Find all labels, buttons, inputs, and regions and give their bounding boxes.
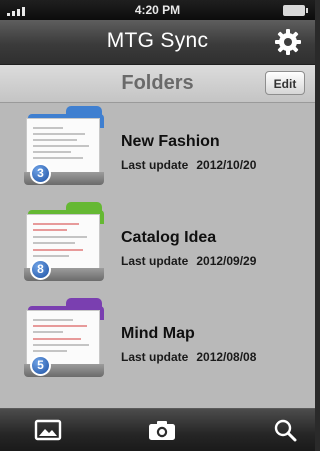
last-update-date: 2012/09/29 <box>196 254 257 268</box>
edit-button[interactable]: Edit <box>265 71 305 95</box>
folder-last-update: Last update 2012/09/29 <box>121 254 256 268</box>
app-screen: 4:20 PM MTG Sync Folders Edit 3 New Fash… <box>0 0 315 451</box>
photos-icon <box>34 419 62 441</box>
blue-folder-icon: 3 <box>24 106 106 188</box>
search-button[interactable] <box>271 418 301 442</box>
photos-button[interactable] <box>33 418 63 442</box>
camera-icon <box>149 421 175 440</box>
last-update-date: 2012/10/20 <box>196 158 257 172</box>
camera-button[interactable] <box>147 418 177 442</box>
folder-item-new-fashion[interactable]: 3 New Fashion Last update 2012/10/20 <box>0 103 315 198</box>
folder-item-mind-map[interactable]: 5 Mind Map Last update 2012/08/08 <box>0 295 315 390</box>
folder-item-catalog-idea[interactable]: 8 Catalog Idea Last update 2012/09/29 <box>0 199 315 294</box>
folders-header: Folders Edit <box>0 65 315 103</box>
folder-name: Mind Map <box>121 325 195 342</box>
purple-folder-icon: 5 <box>24 298 106 380</box>
status-time: 4:20 PM <box>134 3 181 17</box>
app-title: MTG Sync <box>106 29 209 52</box>
document-count-badge: 3 <box>30 163 51 184</box>
status-bar: 4:20 PM <box>0 0 315 20</box>
gear-icon <box>275 29 301 55</box>
battery-icon <box>283 5 308 16</box>
settings-button[interactable] <box>274 28 302 56</box>
last-update-label: Last update <box>121 254 189 268</box>
last-update-date: 2012/08/08 <box>196 350 257 364</box>
last-update-label: Last update <box>121 158 189 172</box>
document-count-badge: 5 <box>30 355 51 376</box>
last-update-label: Last update <box>121 350 189 364</box>
folder-list: 3 New Fashion Last update 2012/10/20 8 C… <box>0 103 315 408</box>
folder-last-update: Last update 2012/10/20 <box>121 158 256 172</box>
navigation-bar: MTG Sync <box>0 20 315 65</box>
folder-name: Catalog Idea <box>121 229 217 246</box>
search-icon <box>274 419 297 442</box>
document-count-badge: 8 <box>30 259 51 280</box>
bottom-toolbar <box>0 408 315 451</box>
folder-name: New Fashion <box>121 133 220 150</box>
folder-last-update: Last update 2012/08/08 <box>121 350 256 364</box>
green-folder-icon: 8 <box>24 202 106 284</box>
